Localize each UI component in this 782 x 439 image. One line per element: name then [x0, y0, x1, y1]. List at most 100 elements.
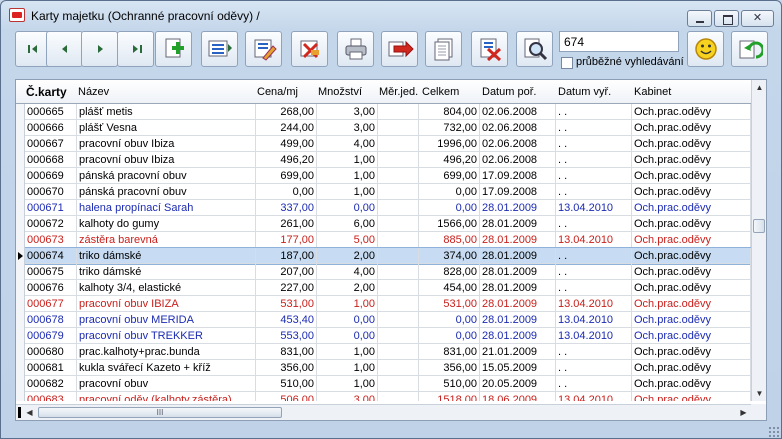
cell-datum_vyr: . .	[556, 104, 632, 120]
scroll-down-arrow[interactable]: ▼	[752, 386, 767, 401]
table-row[interactable]: 000665 plášť metis 268,00 3,00 804,00 02.06.2…	[25, 104, 751, 120]
table-row[interactable]: 000667 pracovní obuv Ibiza 499,00 4,00 1996,…	[25, 136, 751, 152]
scroll-right-arrow[interactable]: ▶	[736, 405, 751, 420]
horizontal-scroll-thumb[interactable]: III	[38, 407, 282, 418]
cell-nazev: pracovní obuv TREKKER	[77, 328, 256, 344]
cell-datum_vyr: . .	[556, 184, 632, 200]
table-row[interactable]: 000675 triko dámské 207,00 4,00 828,00 28.01.…	[25, 264, 751, 280]
smiley-button[interactable]	[687, 31, 724, 67]
table-row[interactable]: 000678 pracovní obuv MERIDA 453,40 0,00 0,00…	[25, 312, 751, 328]
table-row[interactable]: 000668 pracovní obuv Ibiza 496,20 1,00 496,2…	[25, 152, 751, 168]
column-header-datum-por[interactable]: Datum poř.	[482, 86, 536, 98]
edit-record-button[interactable]	[245, 31, 282, 67]
cell-cena: 506,00	[256, 392, 317, 401]
cell-mj	[378, 232, 419, 248]
maximize-button[interactable]	[714, 10, 739, 27]
cell-mj	[378, 312, 419, 328]
cell-datum_vyr: . .	[556, 376, 632, 392]
column-header-mnozstvi[interactable]: Množství	[318, 86, 362, 98]
cell-nazev: halena propínací Sarah	[77, 200, 256, 216]
add-record-icon	[165, 38, 184, 58]
table-row[interactable]: 000669 pánská pracovní obuv 699,00 1,00 699,…	[25, 168, 751, 184]
search-input[interactable]	[559, 31, 679, 52]
cell-mnozstvi: 1,00	[317, 168, 378, 184]
cell-datum_por: 21.01.2009	[480, 344, 556, 360]
title-bar[interactable]: Karty majetku (Ochranné pracovní oděvy) …	[1, 1, 781, 29]
first-record-icon	[27, 45, 37, 53]
cell-celkem: 804,00	[419, 104, 480, 120]
app-icon[interactable]	[9, 8, 25, 22]
incremental-search-checkbox[interactable]	[561, 57, 573, 69]
cell-cena: 244,00	[256, 120, 317, 136]
refresh-button[interactable]	[731, 31, 768, 67]
table-row[interactable]: 000673 zástěra barevná 177,00 5,00 885,00 28.…	[25, 232, 751, 248]
cell-celkem: 374,00	[419, 248, 480, 264]
cell-kabinet: Och.prac.oděvy	[632, 264, 751, 280]
minimize-button[interactable]	[687, 10, 712, 27]
table-row[interactable]: 000677 pracovní obuv IBIZA 531,00 1,00 531,0…	[25, 296, 751, 312]
table-row[interactable]: 000671 halena propínací Sarah 337,00 0,00 0,…	[25, 200, 751, 216]
cell-datum_por: 17.09.2008	[480, 168, 556, 184]
delete-record-button[interactable]	[291, 31, 328, 67]
scroll-left-arrow[interactable]: ◀	[22, 405, 37, 420]
cell-nazev: pracovní oděv (kalhoty,zástěra)	[77, 392, 256, 401]
table-row[interactable]: 000670 pánská pracovní obuv 0,00 1,00 0,00 17…	[25, 184, 751, 200]
column-header-mj[interactable]: Měr.jed.	[379, 86, 418, 98]
close-button[interactable]: ✕	[741, 10, 774, 27]
edit-list-button[interactable]	[201, 31, 238, 67]
cell-mnozstvi: 3,00	[317, 392, 378, 401]
column-header-nazev[interactable]: Název	[78, 86, 109, 98]
cell-datum_por: 28.01.2009	[480, 216, 556, 232]
column-header-kabinet[interactable]: Kabinet	[634, 86, 671, 98]
print-button[interactable]	[337, 31, 374, 67]
column-header-datum-vyr[interactable]: Datum vyř.	[558, 86, 611, 98]
cell-datum_vyr: . .	[556, 216, 632, 232]
cell-mnozstvi: 1,00	[317, 360, 378, 376]
filter-cancel-button[interactable]	[471, 31, 508, 67]
delete-record-icon	[300, 40, 319, 59]
cell-nazev: prac.kalhoty+prac.bunda	[77, 344, 256, 360]
cell-nazev: pracovní obuv MERIDA	[77, 312, 256, 328]
export-button[interactable]	[381, 31, 418, 67]
cell-karta: 000675	[25, 264, 77, 280]
cell-cena: 453,40	[256, 312, 317, 328]
cell-mnozstvi: 3,00	[317, 120, 378, 136]
table-row[interactable]: 000674 triko dámské 187,00 2,00 374,00 28.01.…	[25, 247, 751, 265]
table-row[interactable]: 000679 pracovní obuv TREKKER 553,00 0,00 0,0…	[25, 328, 751, 344]
scroll-up-arrow[interactable]: ▲	[752, 80, 767, 95]
cell-celkem: 0,00	[419, 312, 480, 328]
table-row[interactable]: 000676 kalhoty 3/4, elastické 227,00 2,00 45…	[25, 280, 751, 296]
last-record-button[interactable]	[117, 31, 154, 67]
find-button[interactable]	[516, 31, 553, 67]
cell-datum_por: 28.01.2009	[480, 312, 556, 328]
cell-nazev: pánská pracovní obuv	[77, 168, 256, 184]
previous-record-button[interactable]	[46, 31, 83, 67]
cell-celkem: 732,00	[419, 120, 480, 136]
column-header-cena[interactable]: Cena/mj	[257, 86, 298, 98]
cell-mnozstvi: 2,00	[317, 280, 378, 296]
cell-datum_por: 15.05.2009	[480, 360, 556, 376]
column-header-karta[interactable]: Č.karty	[26, 85, 67, 99]
records-grid[interactable]: Č.karty Název Cena/mj Množství Měr.jed. …	[15, 79, 767, 421]
column-header-celkem[interactable]: Celkem	[422, 86, 459, 98]
cell-kabinet: Och.prac.oděvy	[632, 328, 751, 344]
next-record-button[interactable]	[81, 31, 118, 67]
cell-mj	[378, 360, 419, 376]
add-record-button[interactable]	[155, 31, 192, 67]
cell-karta: 000677	[25, 296, 77, 312]
resize-grip-icon[interactable]	[768, 426, 780, 438]
table-row[interactable]: 000683 pracovní oděv (kalhoty,zástěra) 506…	[25, 392, 751, 401]
table-row[interactable]: 000680 prac.kalhoty+prac.bunda 831,00 1,00 8…	[25, 344, 751, 360]
horizontal-scrollbar[interactable]: ◀ III ▶	[16, 404, 751, 420]
table-row[interactable]: 000672 kalhoty do gumy 261,00 6,00 1566,00 28…	[25, 216, 751, 232]
vertical-scrollbar[interactable]: ▲ ▼	[751, 80, 766, 401]
vertical-scroll-thumb[interactable]	[753, 219, 765, 233]
printer-icon	[345, 38, 366, 60]
cell-mnozstvi: 4,00	[317, 264, 378, 280]
cell-karta: 000665	[25, 104, 77, 120]
document-button[interactable]	[425, 31, 462, 67]
table-row[interactable]: 000666 plášť Vesna 244,00 3,00 732,00 02.06.2…	[25, 120, 751, 136]
cell-karta: 000682	[25, 376, 77, 392]
table-row[interactable]: 000682 pracovní obuv 510,00 1,00 510,00 20.05…	[25, 376, 751, 392]
table-row[interactable]: 000681 kukla svářecí Kazeto + kříž 356,00 1…	[25, 360, 751, 376]
